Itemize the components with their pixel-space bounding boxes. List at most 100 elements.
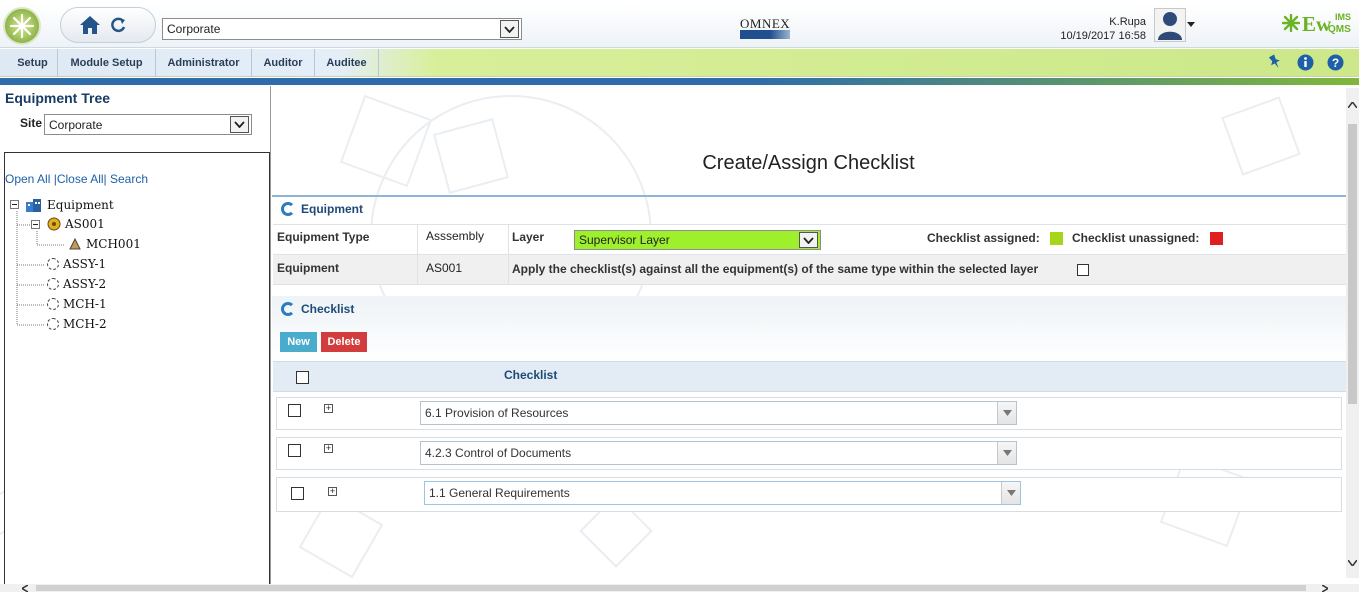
checklist-select-value: 4.2.3 Control of Documents bbox=[425, 446, 572, 460]
equipment-section-header: Equipment bbox=[281, 197, 363, 221]
chevron-down-icon bbox=[500, 20, 519, 38]
equipment-value: AS001 bbox=[426, 261, 463, 275]
vertical-scrollbar[interactable] bbox=[1346, 88, 1359, 578]
tree-node-equipment[interactable]: Equipment bbox=[25, 197, 114, 213]
info-icon[interactable] bbox=[1297, 54, 1314, 71]
tree-node-as001[interactable]: AS001 bbox=[47, 217, 105, 231]
layer-select[interactable]: Supervisor Layer bbox=[574, 230, 821, 250]
checklist-column-header: Checklist bbox=[504, 368, 558, 382]
page-title: Create/Assign Checklist bbox=[702, 152, 915, 174]
menu-administrator[interactable]: Administrator bbox=[156, 49, 252, 77]
top-header-bar: Corporate OMNEX K.Rupa 10/19/2017 16:58 … bbox=[0, 4, 1359, 48]
tree-node-mch001[interactable]: MCH001 bbox=[68, 237, 141, 251]
menu-auditor[interactable]: Auditor bbox=[252, 49, 315, 77]
user-silhouette-icon bbox=[1158, 12, 1182, 40]
help-icon[interactable]: ? bbox=[1327, 54, 1344, 71]
checklist-select[interactable]: 1.1 General Requirements bbox=[424, 481, 1021, 505]
menu-module-setup[interactable]: Module Setup bbox=[58, 49, 156, 77]
chevron-down-icon bbox=[799, 232, 818, 248]
ew-logo-text: Ew bbox=[1302, 12, 1332, 36]
checklist-grid-header bbox=[273, 361, 1346, 392]
row-checkbox[interactable] bbox=[291, 487, 304, 500]
home-refresh-pill bbox=[60, 7, 156, 43]
h-scroll-thumb[interactable] bbox=[36, 585, 1306, 591]
equipment-label: Equipment bbox=[277, 261, 339, 275]
tree-node-mch-2[interactable]: MCH-2 bbox=[47, 317, 107, 331]
delete-button[interactable]: Delete bbox=[321, 332, 367, 352]
tree-node-label: MCH-2 bbox=[63, 317, 107, 331]
row-checkbox[interactable] bbox=[288, 444, 301, 457]
checklist-select[interactable]: 4.2.3 Control of Documents bbox=[420, 441, 1017, 465]
tree-node-mch-1[interactable]: MCH-1 bbox=[47, 297, 107, 311]
new-button[interactable]: New bbox=[280, 332, 317, 352]
ew-logo-qms: QMS bbox=[1328, 24, 1351, 35]
collapse-root-icon[interactable] bbox=[10, 200, 19, 209]
equipment-type-value: Asssembly bbox=[426, 229, 485, 243]
tree-node-label: ASSY-1 bbox=[63, 257, 107, 271]
scroll-left-icon[interactable] bbox=[22, 585, 28, 592]
apply-to-same-type-label: Apply the checklist(s) against all the e… bbox=[512, 262, 1039, 276]
equipment-section-title: Equipment bbox=[301, 202, 363, 216]
expand-row-icon[interactable]: + bbox=[328, 487, 337, 496]
app-logo[interactable] bbox=[3, 7, 41, 45]
assigned-color-swatch bbox=[1050, 232, 1063, 245]
section-refresh-icon[interactable] bbox=[281, 302, 295, 316]
row-checkbox[interactable] bbox=[288, 404, 301, 417]
site-select[interactable]: Corporate bbox=[44, 114, 252, 135]
checklist-section-bg bbox=[272, 296, 1346, 362]
pin-icon[interactable] bbox=[1267, 54, 1283, 70]
chevron-down-icon bbox=[997, 402, 1016, 424]
scroll-thumb[interactable] bbox=[1348, 124, 1357, 404]
section-refresh-icon[interactable] bbox=[281, 202, 295, 216]
open-all-link[interactable]: Open All bbox=[5, 172, 50, 186]
close-all-link[interactable]: Close All bbox=[57, 172, 104, 186]
user-name: K.Rupa bbox=[1109, 16, 1146, 28]
omnex-logo-bar bbox=[740, 30, 790, 39]
checklist-select-value: 1.1 General Requirements bbox=[429, 486, 570, 500]
site-label: Site bbox=[20, 116, 43, 130]
svg-text:?: ? bbox=[1332, 56, 1339, 70]
main-menu-bar: Setup Module Setup Administrator Auditor… bbox=[0, 49, 1359, 77]
tree-node-label: AS001 bbox=[65, 217, 105, 231]
gear-icon bbox=[47, 278, 59, 290]
separator: | bbox=[103, 172, 107, 186]
scroll-up-icon[interactable] bbox=[1348, 102, 1357, 108]
layer-select-value: Supervisor Layer bbox=[579, 233, 670, 247]
tree-node-assy-1[interactable]: ASSY-1 bbox=[47, 257, 106, 271]
machine-icon bbox=[69, 237, 81, 250]
tree-node-assy-2[interactable]: ASSY-2 bbox=[47, 277, 106, 291]
select-all-checkbox[interactable] bbox=[296, 371, 309, 384]
site-select-top[interactable]: Corporate bbox=[162, 18, 522, 40]
current-datetime: 10/19/2017 16:58 bbox=[1060, 30, 1146, 42]
site-select-value: Corporate bbox=[49, 117, 103, 132]
equipment-folder-icon bbox=[26, 199, 41, 212]
expand-row-icon[interactable]: + bbox=[324, 404, 333, 413]
chevron-down-icon bbox=[997, 442, 1016, 464]
expand-row-icon[interactable]: + bbox=[324, 444, 333, 453]
gear-icon bbox=[47, 318, 59, 330]
ew-logo-star-icon bbox=[1282, 14, 1300, 32]
scroll-down-icon[interactable] bbox=[1348, 560, 1357, 566]
apply-to-same-type-checkbox[interactable] bbox=[1077, 264, 1089, 276]
checklist-section-title: Checklist bbox=[301, 302, 355, 316]
horizontal-scrollbar[interactable] bbox=[0, 584, 1359, 592]
user-avatar[interactable] bbox=[1154, 8, 1186, 42]
layer-label: Layer bbox=[512, 230, 545, 244]
menu-setup[interactable]: Setup bbox=[8, 49, 58, 77]
user-menu-caret-icon[interactable] bbox=[1187, 22, 1195, 28]
scroll-right-icon[interactable] bbox=[1322, 585, 1328, 592]
checklist-select-value: 6.1 Provision of Resources bbox=[425, 406, 569, 420]
checklist-select[interactable]: 6.1 Provision of Resources bbox=[420, 401, 1017, 425]
checklist-section-header: Checklist bbox=[281, 297, 354, 321]
tree-node-label: Equipment bbox=[47, 198, 114, 212]
home-icon[interactable] bbox=[79, 15, 101, 35]
menu-auditee[interactable]: Auditee bbox=[315, 49, 379, 77]
tree-node-label: MCH-1 bbox=[63, 297, 107, 311]
checklist-assigned-label: Checklist assigned: bbox=[927, 231, 1040, 245]
collapse-as001-icon[interactable] bbox=[31, 220, 40, 229]
refresh-icon[interactable] bbox=[109, 16, 127, 34]
equipment-tree-title: Equipment Tree bbox=[5, 90, 111, 106]
search-link[interactable]: Search bbox=[110, 172, 148, 186]
tree-actions: Open All |Close All| Search bbox=[5, 172, 148, 186]
unassigned-color-swatch bbox=[1210, 232, 1223, 245]
